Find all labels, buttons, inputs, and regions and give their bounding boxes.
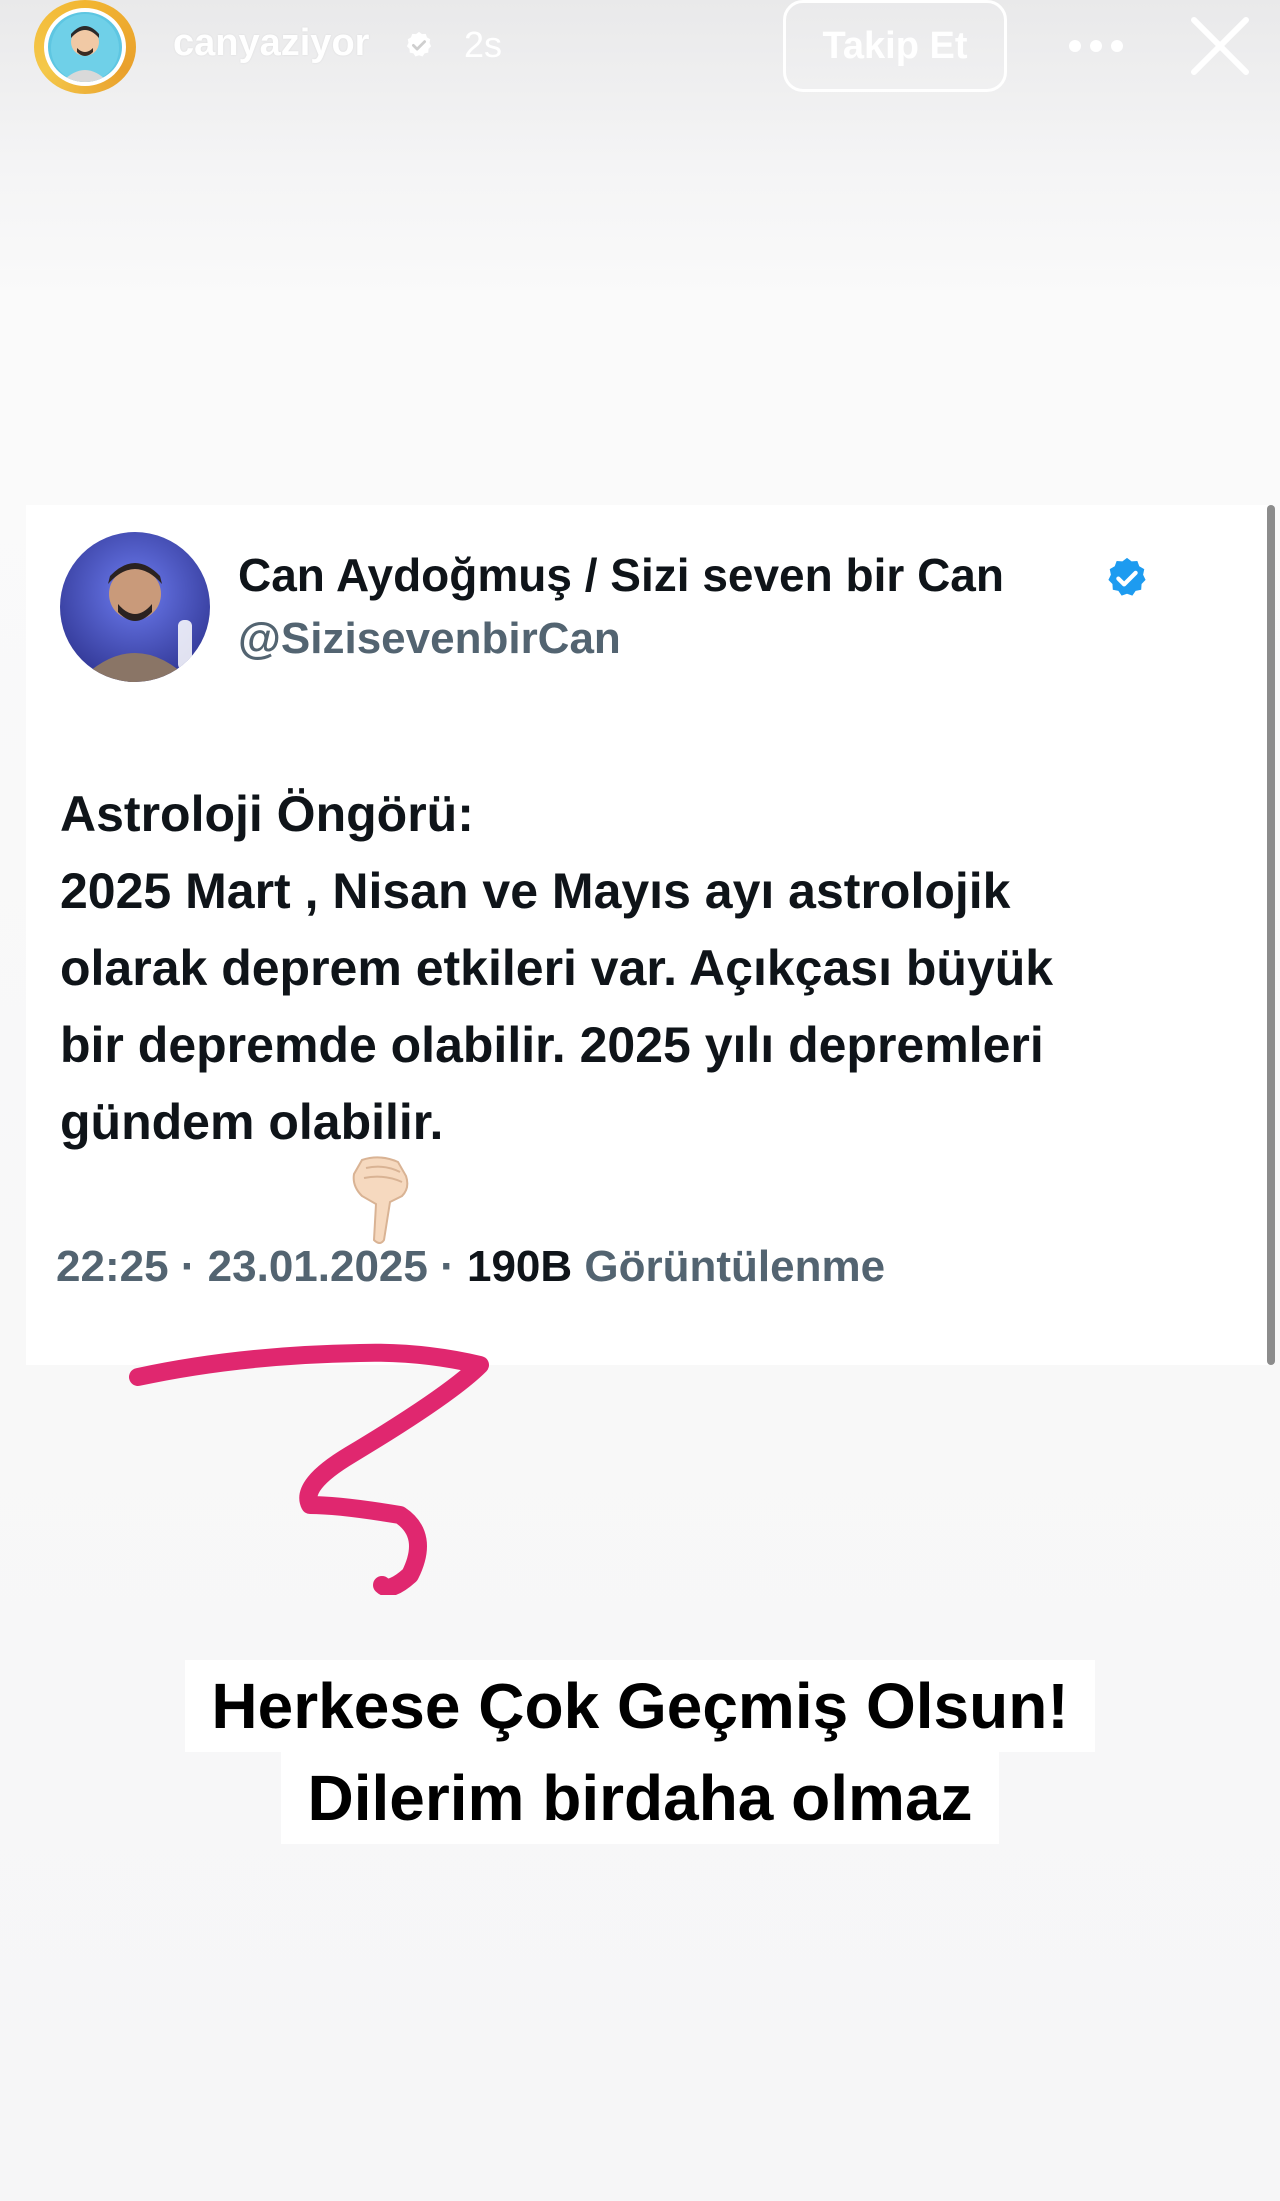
tweet-author-avatar (60, 532, 210, 682)
caption-line-2: Dilerim birdaha olmaz (281, 1752, 999, 1844)
follow-button[interactable]: Takip Et (783, 0, 1007, 92)
tweet-views-count: 190B (466, 1242, 573, 1291)
author-photo-icon (60, 532, 210, 682)
tweet-meta: 22:25 · 23.01.2025 · 190B Görüntülenme (56, 1242, 885, 1292)
story-avatar[interactable] (34, 0, 136, 94)
close-story-button[interactable] (1182, 8, 1258, 84)
more-dots-icon (1069, 40, 1123, 52)
tweet-body-text: Astroloji Öngörü: 2025 Mart , Nisan ve M… (60, 786, 1054, 1150)
avatar-face-icon (51, 14, 119, 82)
tweet-time: 22:25 (56, 1242, 169, 1291)
tweet-display-name: Can Aydoğmuş / Sizi seven bir Can (238, 549, 1004, 601)
close-icon (1191, 17, 1249, 75)
pink-scribble-drawing (129, 1343, 489, 1595)
meta-separator: · (168, 1242, 208, 1291)
verified-badge-icon (1108, 557, 1146, 596)
pointing-down-hand-icon (352, 1156, 409, 1244)
tweet-views-label: Görüntülenme (584, 1242, 886, 1291)
verified-badge-icon (406, 31, 432, 57)
avatar-image (44, 8, 126, 86)
story-caption: Herkese Çok Geçmiş Olsun! Dilerim birdah… (0, 1660, 1280, 1844)
more-options-button[interactable] (1064, 22, 1128, 70)
story-username[interactable]: canyaziyor (173, 22, 369, 65)
meta-separator: · (427, 1242, 467, 1291)
tweet-handle: @SizisevenbirCan (238, 614, 621, 663)
story-viewer: canyaziyor 2s Takip Et Can Aydoğmuş / Si… (0, 0, 1280, 2201)
story-header: canyaziyor 2s Takip Et (0, 0, 1280, 100)
tweet-date: 23.01.2025 (207, 1242, 428, 1291)
caption-line-1: Herkese Çok Geçmiş Olsun! (185, 1660, 1095, 1752)
card-edge-bar (1267, 505, 1275, 1365)
story-timestamp: 2s (464, 24, 503, 65)
